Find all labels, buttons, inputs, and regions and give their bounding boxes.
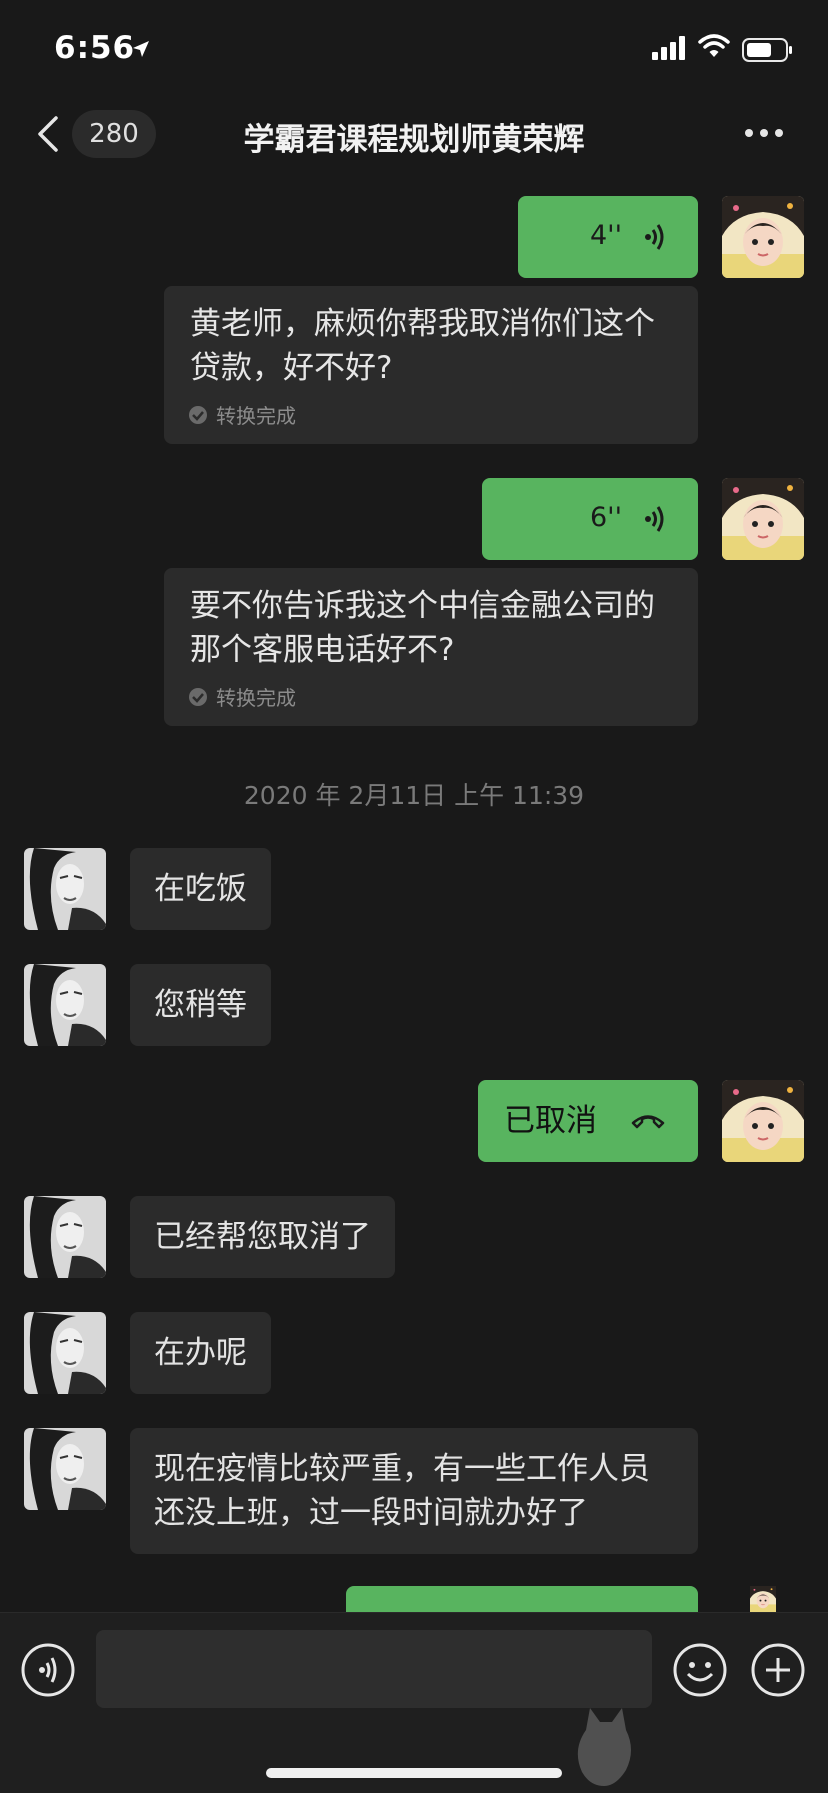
check-icon <box>189 405 207 424</box>
transcription-status-label: 转换完成 <box>216 686 296 710</box>
voice-duration: 4'' <box>590 220 623 251</box>
watermark-cat-icon <box>577 1708 631 1786</box>
voice-wave-icon <box>645 506 664 532</box>
transcription-text: 黄老师，麻烦你帮我取消你们这个贷款，好不好? <box>190 306 655 386</box>
plus-icon[interactable] <box>750 1642 806 1698</box>
battery-icon <box>742 38 792 62</box>
received-message[interactable]: 在办呢 <box>130 1312 271 1394</box>
transcription-status: 转换完成 <box>188 400 296 429</box>
transcription-text: 要不你告诉我这个中信金融公司的那个客服电话好不? <box>190 588 655 668</box>
voice-duration: 6'' <box>590 502 623 533</box>
received-message[interactable]: 已经帮您取消了 <box>130 1196 395 1278</box>
voice-message-bubble[interactable]: 4'' <box>518 196 698 278</box>
my-avatar[interactable] <box>722 196 804 278</box>
location-arrow-icon <box>133 41 149 57</box>
contact-avatar[interactable] <box>24 848 106 930</box>
more-icon[interactable] <box>744 128 784 138</box>
check-icon <box>189 687 207 706</box>
voice-input-icon[interactable] <box>20 1642 76 1698</box>
transcription-status-label: 转换完成 <box>216 404 296 428</box>
call-status-label: 已取消 <box>504 1103 597 1139</box>
my-avatar[interactable] <box>722 1586 804 1612</box>
received-message[interactable]: 现在疫情比较严重，有一些工作人员还没上班，过一段时间就办好了 <box>130 1428 698 1554</box>
wifi-icon <box>698 34 730 57</box>
hangup-icon <box>631 1115 665 1129</box>
home-indicator <box>266 1768 562 1778</box>
unread-count-badge[interactable]: 280 <box>72 110 156 158</box>
voice-wave-icon <box>645 224 664 250</box>
contact-avatar[interactable] <box>24 1196 106 1278</box>
received-message[interactable]: 在吃饭 <box>130 848 271 930</box>
status-time: 6:56 <box>54 30 136 66</box>
call-record-bubble[interactable]: 已取消 <box>478 1080 698 1162</box>
transcription-status: 转换完成 <box>188 682 296 711</box>
contact-avatar[interactable] <box>24 1312 106 1394</box>
message-timestamp: 2020 年 2月11日 上午 11:39 <box>243 781 585 810</box>
contact-avatar[interactable] <box>24 1428 106 1510</box>
signal-icon <box>652 36 685 60</box>
voice-message-bubble[interactable]: 6'' <box>482 478 698 560</box>
emoji-icon[interactable] <box>672 1642 728 1698</box>
chat-title: 学霸君课程规划师黄荣辉 <box>243 122 585 158</box>
received-message[interactable]: 您稍等 <box>130 964 271 1046</box>
my-avatar[interactable] <box>722 1080 804 1162</box>
back-chevron-icon[interactable] <box>36 114 60 154</box>
contact-avatar[interactable] <box>24 964 106 1046</box>
my-avatar[interactable] <box>722 478 804 560</box>
